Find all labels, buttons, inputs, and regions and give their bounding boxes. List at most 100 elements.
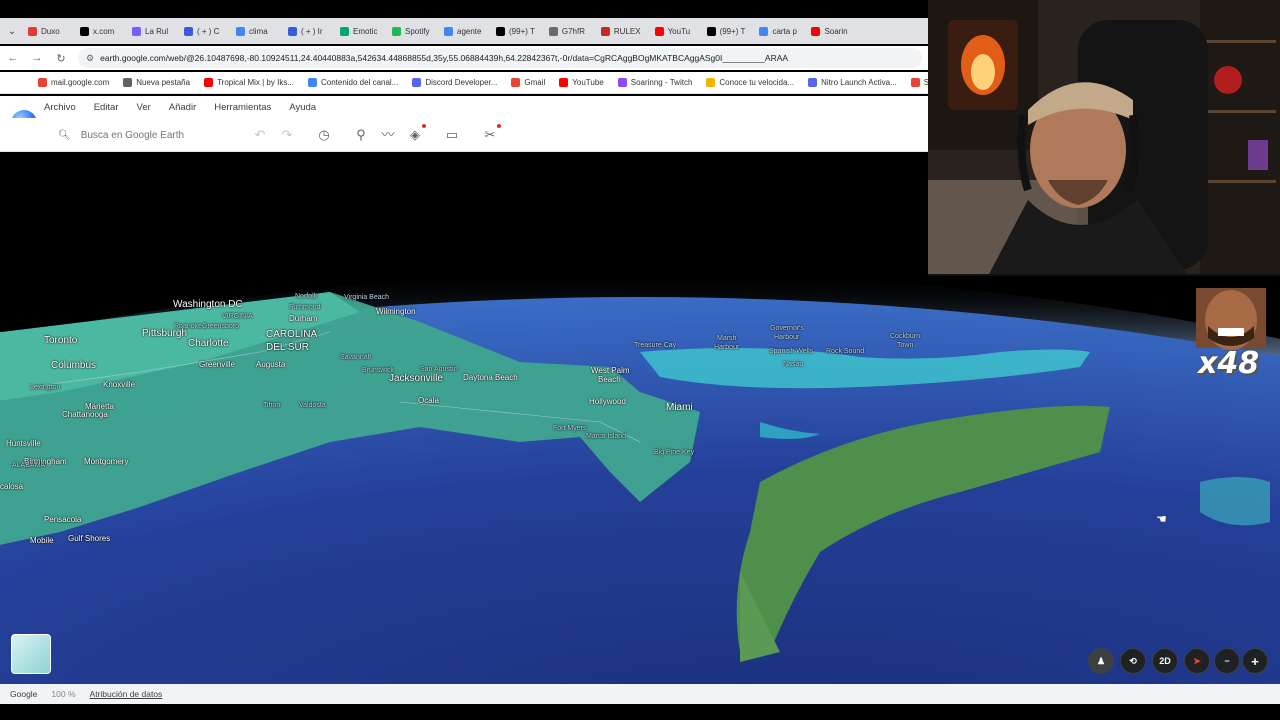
map-place-label[interactable]: Cockburn xyxy=(890,333,920,340)
path-icon[interactable]: 〰 xyxy=(379,127,397,143)
browser-tab[interactable]: Emotic xyxy=(334,20,384,42)
menu-item[interactable]: Archivo xyxy=(44,102,76,113)
zoom-out-icon[interactable]: − xyxy=(1214,648,1240,674)
forward-icon[interactable]: → xyxy=(30,52,44,64)
map-place-label[interactable]: Ocala xyxy=(418,396,439,405)
map-place-label[interactable]: Greenville xyxy=(199,360,235,369)
map-place-label[interactable]: Mobile xyxy=(30,536,54,545)
map-place-label[interactable]: ALABAMA xyxy=(12,462,45,469)
map-place-label[interactable]: Wilmington xyxy=(376,307,416,316)
map-place-label[interactable]: West Palm xyxy=(591,366,630,375)
map-place-label[interactable]: Nasáu xyxy=(783,361,803,368)
browser-tab[interactable]: x.com xyxy=(74,20,124,42)
browser-tab[interactable]: G7hfR xyxy=(543,20,593,42)
map-place-label[interactable]: Toronto xyxy=(44,335,77,346)
map-place-label[interactable]: Savannah xyxy=(340,354,372,361)
map-place-label[interactable]: Marsh xyxy=(717,335,736,342)
map-place-label[interactable]: Fort Myers xyxy=(553,425,586,432)
map-place-label[interactable]: Tifton xyxy=(263,402,280,409)
map-place-label[interactable]: Spanish Wells xyxy=(769,348,813,355)
browser-tab[interactable]: Spotify xyxy=(386,20,436,42)
search-input[interactable] xyxy=(80,129,231,141)
map-place-label[interactable]: Pittsburgh xyxy=(142,328,187,339)
map-style-thumbnail[interactable] xyxy=(11,634,51,674)
history-icon[interactable]: ◷ xyxy=(315,127,333,143)
browser-tab[interactable]: Duxo xyxy=(22,20,72,42)
browser-tab[interactable]: (99+) T xyxy=(701,20,752,42)
map-place-label[interactable]: Richmond xyxy=(289,304,321,311)
map-place-label[interactable]: Treasure Cay xyxy=(634,342,676,349)
map-place-label[interactable]: Town xyxy=(897,342,913,349)
map-place-label[interactable]: Huntsville xyxy=(6,439,41,448)
pegman-icon[interactable]: ♟ xyxy=(1088,648,1114,674)
browser-tab[interactable]: clima xyxy=(230,20,280,42)
map-place-label[interactable]: VIRGINIA xyxy=(222,313,253,320)
map-place-label[interactable]: Gulf Shores xyxy=(68,534,110,543)
bookmark-item[interactable]: Nueva pestaña xyxy=(123,78,190,87)
tab-search-icon[interactable]: ⌄ xyxy=(4,26,20,37)
bookmark-item[interactable]: Contenido del canal... xyxy=(307,78,398,87)
bookmark-item[interactable]: YouTube xyxy=(559,78,604,87)
map-place-label[interactable]: Beach xyxy=(598,375,621,384)
map-place-label[interactable]: Governor's xyxy=(770,325,804,332)
bookmark-item[interactable]: Tropical Mix | by Iks... xyxy=(204,78,294,87)
browser-tab[interactable]: RULEX xyxy=(595,20,647,42)
map-place-label[interactable]: Hollywood xyxy=(589,397,626,406)
browser-tab[interactable]: (99+) T xyxy=(490,20,541,42)
map-place-label[interactable]: Greensboro xyxy=(202,323,239,330)
map-place-label[interactable]: calosa xyxy=(0,482,23,491)
map-place-label[interactable]: DEL SUR xyxy=(266,342,309,353)
view-2d-button[interactable]: 2D xyxy=(1152,648,1178,674)
map-place-label[interactable]: Daytona Beach xyxy=(463,373,518,382)
menu-item[interactable]: Herramientas xyxy=(214,102,271,113)
browser-tab[interactable]: YouTu xyxy=(649,20,699,42)
map-place-label[interactable]: Big Pine Key xyxy=(654,449,694,456)
menu-item[interactable]: Ayuda xyxy=(289,102,316,113)
map-place-label[interactable]: Valdosta xyxy=(299,402,326,409)
browser-tab[interactable]: carta p xyxy=(753,20,803,42)
bookmark-item[interactable]: Discord Developer... xyxy=(412,78,497,87)
menu-item[interactable]: Ver xyxy=(137,102,151,113)
browser-tab[interactable]: La Rul xyxy=(126,20,176,42)
map-place-label[interactable]: Marco Island xyxy=(586,433,626,440)
map-place-label[interactable]: Norfolk xyxy=(295,293,317,300)
bookmark-item[interactable]: Si xyxy=(910,78,928,87)
back-icon[interactable]: ← xyxy=(6,52,20,64)
measure-icon[interactable]: ▭ xyxy=(443,127,461,143)
map-place-label[interactable]: CAROLINA xyxy=(266,329,317,340)
map-place-label[interactable]: Durham xyxy=(289,314,317,323)
map-place-label[interactable]: Virginia Beach xyxy=(344,294,389,301)
bookmark-item[interactable]: Gmail xyxy=(511,78,545,87)
map-place-label[interactable]: Knoxville xyxy=(103,380,135,389)
map-place-label[interactable]: Rock Sound xyxy=(826,348,864,355)
bookmark-item[interactable]: Conoce tu velocida... xyxy=(706,78,794,87)
bookmark-item[interactable]: mail.google.com xyxy=(38,78,109,87)
menu-item[interactable]: Añadir xyxy=(169,102,196,113)
redo-icon[interactable]: ↷ xyxy=(278,127,296,143)
map-place-label[interactable]: Columbus xyxy=(51,360,96,371)
map-place-label[interactable]: Chattanooga xyxy=(62,410,108,419)
map-place-label[interactable]: Jacksonville xyxy=(389,373,443,384)
bookmark-item[interactable]: Nitro Launch Activa... xyxy=(808,78,897,87)
map-place-label[interactable]: San Agustín xyxy=(420,366,458,373)
address-bar[interactable]: ⚙ earth.google.com/web/@26.10487698,-80.… xyxy=(78,48,922,68)
map-place-label[interactable]: Montgomery xyxy=(84,457,128,466)
map-place-label[interactable]: Harbour xyxy=(774,334,799,341)
placemark-icon[interactable]: ⚲ xyxy=(352,127,370,143)
browser-tab[interactable]: agente xyxy=(438,20,488,42)
reset-tilt-icon[interactable]: ⟲ xyxy=(1120,648,1146,674)
undo-icon[interactable]: ↶ xyxy=(251,127,269,143)
browser-tab[interactable]: ( + ) C xyxy=(178,20,228,42)
zoom-in-button[interactable]: + xyxy=(1242,648,1268,674)
site-info-icon[interactable]: ⚙ xyxy=(86,53,94,64)
tools-icon[interactable]: ✂ xyxy=(481,124,501,143)
map-place-label[interactable]: Lexington xyxy=(30,384,60,391)
data-attribution-link[interactable]: Atribución de datos xyxy=(90,689,163,699)
map-place-label[interactable]: Harbour xyxy=(714,344,739,351)
browser-tab[interactable]: ( + ) Ir xyxy=(282,20,332,42)
compass-icon[interactable]: ➤ xyxy=(1184,648,1210,674)
map-place-label[interactable]: Washington DC xyxy=(173,299,243,310)
browser-tab[interactable]: Soarin xyxy=(805,20,855,42)
bookmark-item[interactable]: Soarinng - Twitch xyxy=(617,78,692,87)
reload-icon[interactable]: ↻ xyxy=(54,52,68,65)
